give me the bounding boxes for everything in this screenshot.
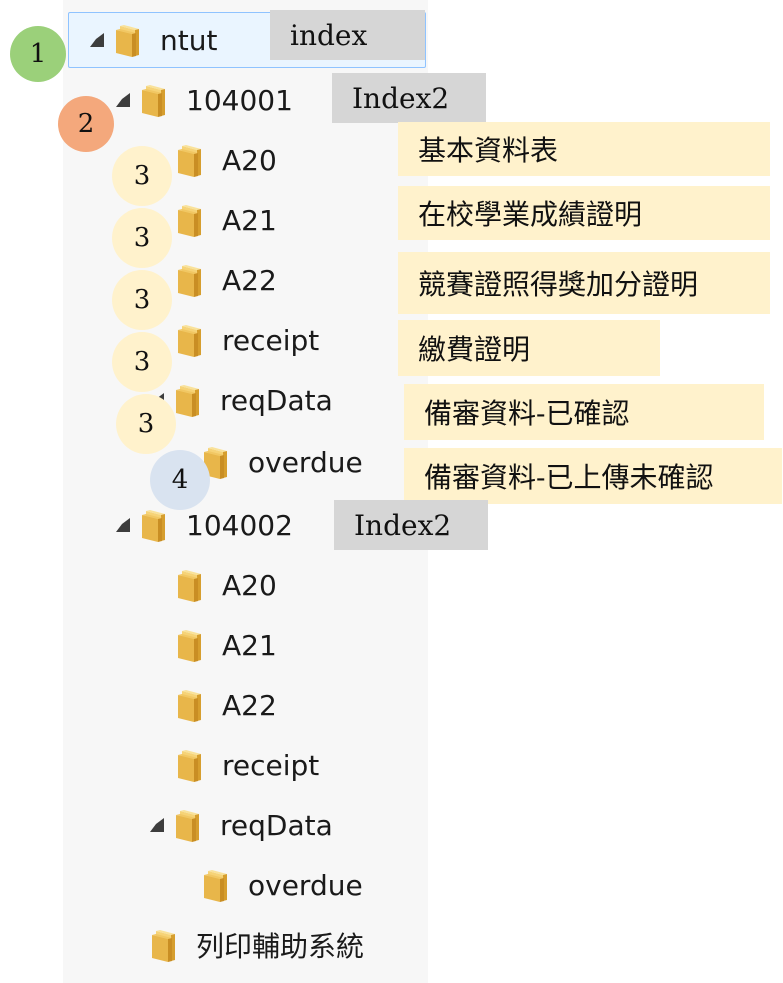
tree-node-104002[interactable]: 104002 xyxy=(116,505,293,545)
folder-icon xyxy=(114,22,148,58)
folder-icon xyxy=(176,262,210,298)
tree-node-label: A21 xyxy=(222,628,277,662)
tree-node-label: A20 xyxy=(222,143,277,177)
tree-node-label: 104001 xyxy=(186,83,293,117)
expand-arrow-icon[interactable] xyxy=(150,818,164,832)
tree-node-a20-2[interactable]: A20 xyxy=(176,565,277,605)
badge-2: 2 xyxy=(58,96,114,152)
tree-node-label: receipt xyxy=(222,323,320,357)
tree-node-print-system[interactable]: 列印輔助系統 xyxy=(150,925,364,965)
tree-node-104001[interactable]: 104001 xyxy=(116,80,293,120)
annotation-label-104002: Index2 xyxy=(334,500,488,550)
annotation-label-reqdata: 備審資料-已確認 xyxy=(404,384,764,440)
tree-node-label: 列印輔助系統 xyxy=(196,930,365,963)
badge-1: 1 xyxy=(10,26,66,82)
tree-node-label: A22 xyxy=(222,688,277,722)
folder-icon xyxy=(176,687,210,723)
folder-icon xyxy=(176,142,210,178)
tree-node-label: A22 xyxy=(222,263,277,297)
folder-icon xyxy=(140,507,174,543)
tree-node-overdue-2[interactable]: overdue xyxy=(202,865,363,905)
folder-icon xyxy=(174,807,208,843)
tree-node-ntut[interactable]: ntut xyxy=(90,20,217,60)
tree-node-label: ntut xyxy=(160,23,218,57)
tree-node-label: overdue xyxy=(248,868,363,902)
tree-node-label: 104002 xyxy=(186,508,293,542)
tree-node-label: overdue xyxy=(248,445,363,479)
badge-3: 3 xyxy=(112,146,172,206)
annotation-label-root: index xyxy=(270,10,425,60)
tree-node-a21[interactable]: A21 xyxy=(176,200,277,240)
tree-node-label: reqData xyxy=(220,383,333,417)
annotation-label-overdue: 備審資料-已上傳未確認 xyxy=(404,448,782,504)
folder-icon xyxy=(176,627,210,663)
expand-arrow-icon[interactable] xyxy=(90,33,104,47)
annotation-label-receipt: 繳費證明 xyxy=(398,320,660,376)
annotation-label-a22: 競賽證照得獎加分證明 xyxy=(398,252,770,314)
folder-icon xyxy=(150,927,184,963)
folder-icon xyxy=(176,567,210,603)
badge-3: 3 xyxy=(112,208,172,268)
folder-icon xyxy=(174,382,208,418)
annotation-label-a21: 在校學業成績證明 xyxy=(398,186,770,240)
tree-node-reqdata-2[interactable]: reqData xyxy=(150,805,333,845)
annotation-label-a20: 基本資料表 xyxy=(398,122,770,176)
tree-node-overdue[interactable]: overdue xyxy=(202,442,363,482)
annotation-label-104001: Index2 xyxy=(332,73,486,123)
folder-icon xyxy=(202,867,236,903)
folder-icon xyxy=(176,747,210,783)
badge-4: 4 xyxy=(150,450,210,510)
tree-node-a20[interactable]: A20 xyxy=(176,140,277,180)
tree-node-receipt[interactable]: receipt xyxy=(176,320,319,360)
tree-node-receipt-2[interactable]: receipt xyxy=(176,745,319,785)
tree-node-a22-2[interactable]: A22 xyxy=(176,685,277,725)
folder-icon xyxy=(176,322,210,358)
tree-node-a21-2[interactable]: A21 xyxy=(176,625,277,665)
expand-arrow-icon[interactable] xyxy=(116,93,130,107)
expand-arrow-icon[interactable] xyxy=(116,518,130,532)
tree-node-label: A20 xyxy=(222,568,277,602)
tree-node-label: reqData xyxy=(220,808,333,842)
badge-3: 3 xyxy=(116,394,176,454)
tree-node-label: receipt xyxy=(222,748,320,782)
folder-icon xyxy=(176,202,210,238)
folder-icon xyxy=(140,82,174,118)
badge-3: 3 xyxy=(112,270,172,330)
tree-node-label: A21 xyxy=(222,203,277,237)
tree-node-reqdata[interactable]: reqData xyxy=(150,380,333,420)
tree-node-a22[interactable]: A22 xyxy=(176,260,277,300)
